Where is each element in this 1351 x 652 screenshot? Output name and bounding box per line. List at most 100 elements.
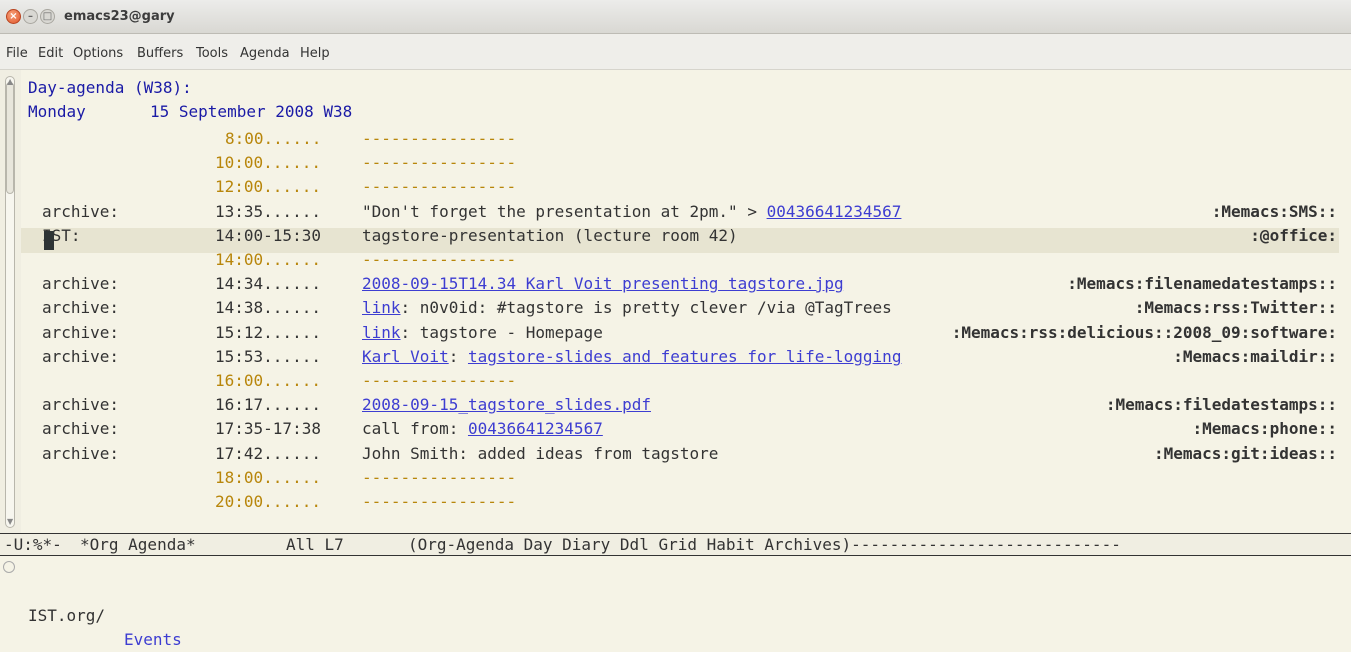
agenda-time: 14:00...... (215, 250, 321, 269)
entry-link[interactable]: tagstore-slides and features for life-lo… (468, 347, 901, 366)
agenda-row[interactable]: archive: 15:53...... Karl Voit: tagstore-s… (28, 347, 1337, 367)
agenda-entry-text: ---------------- (362, 177, 516, 197)
agenda-category: archive: (42, 202, 120, 221)
time-grid-dashes: ---------------- (362, 371, 517, 390)
agenda-row[interactable]: 8:00...... ---------------- (28, 129, 1337, 149)
time-grid-dashes: ---------------- (362, 129, 517, 148)
modeline-modes[interactable]: (Org-Agenda Day Diary Ddl Grid Habit Arc… (408, 534, 1121, 555)
maximize-icon: □ (42, 11, 53, 22)
entry-link[interactable]: 2008-09-15T14.34 Karl Voit presenting ta… (362, 274, 844, 293)
agenda-time: 14:38...... (215, 298, 321, 317)
entry-link[interactable]: link (362, 298, 401, 317)
agenda-row[interactable]: archive: 15:12...... link: tagstore - Home… (28, 323, 1337, 343)
agenda-entry-text: ---------------- (362, 250, 516, 270)
agenda-row[interactable]: 20:00...... ---------------- (28, 492, 1337, 512)
menu-file[interactable]: File (6, 46, 28, 62)
maximize-window-button[interactable]: □ (40, 9, 55, 24)
agenda-row[interactable]: 16:00...... ---------------- (28, 371, 1337, 391)
agenda-tags: :Memacs:rss:Twitter:: (1134, 298, 1337, 317)
agenda-entry-text: ---------------- (362, 153, 516, 173)
agenda-tags: :Memacs:maildir:: (1173, 347, 1337, 366)
entry-text: : n0v0id: #tagstore is pretty clever /vi… (400, 298, 892, 317)
scrollbar-thumb[interactable] (6, 82, 14, 194)
entry-link[interactable]: Karl Voit (362, 347, 449, 366)
scroll-down-icon[interactable]: ▼ (7, 518, 13, 526)
agenda-time: 10:00...... (215, 153, 321, 172)
agenda-time: 14:34...... (215, 274, 321, 293)
agenda-entry-text: ---------------- (362, 468, 516, 488)
agenda-tags: :Memacs:phone:: (1192, 419, 1338, 438)
entry-text: John Smith: added ideas from tagstore (362, 444, 719, 463)
menu-buffers[interactable]: Buffers (137, 46, 183, 62)
menu-agenda[interactable]: Agenda (240, 46, 290, 62)
agenda-row[interactable]: archive: 16:17...... 2008-09-15_tagstore_s… (28, 395, 1337, 415)
entry-link[interactable]: link (362, 323, 401, 342)
agenda-time: 18:00...... (215, 468, 321, 487)
close-icon: × (9, 11, 18, 22)
entry-text: : tagstore - Homepage (400, 323, 603, 342)
agenda-entry-text: "Don't forget the presentation at 2pm." … (362, 202, 901, 222)
agenda-row[interactable]: 18:00...... ---------------- (28, 468, 1337, 488)
agenda-time: 12:00...... (215, 177, 321, 196)
agenda-tags: :Memacs:git:ideas:: (1153, 444, 1337, 463)
agenda-entry-text: ---------------- (362, 371, 516, 391)
menu-options[interactable]: Options (73, 46, 123, 62)
agenda-category: archive: (42, 298, 120, 317)
agenda-tags: :Memacs:SMS:: (1211, 202, 1337, 221)
entry-text: : (448, 347, 468, 366)
agenda-entry-text: 2008-09-15_tagstore_slides.pdf (362, 395, 651, 415)
agenda-entry-text: Karl Voit: tagstore-slides and features … (362, 347, 901, 367)
agenda-time: 17:35-17:38 (215, 419, 321, 438)
agenda-date: 15 September 2008 W38 (150, 102, 353, 121)
agenda-row[interactable]: 12:00...... ---------------- (28, 177, 1337, 197)
agenda-row[interactable]: archive: 17:35-17:38 call from: 0043664123… (28, 419, 1337, 439)
agenda-entry-text: tagstore-presentation (lecture room 42) (362, 226, 738, 246)
agenda-header: Day-agenda (W38): (28, 78, 192, 97)
entry-text: call from: (362, 419, 468, 438)
agenda-entry-text: ---------------- (362, 492, 516, 512)
time-grid-dashes: ---------------- (362, 250, 517, 269)
agenda-row[interactable]: archive: 14:38...... link: n0v0id: #tagsto… (28, 298, 1337, 318)
minimize-icon: – (28, 11, 33, 22)
agenda-entry-text: ---------------- (362, 129, 516, 149)
agenda-category: archive: (42, 323, 120, 342)
time-grid-dashes: ---------------- (362, 153, 517, 172)
agenda-entry-text: link: tagstore - Homepage (362, 323, 603, 343)
agenda-row[interactable]: archive: 14:34...... 2008-09-15T14.34 Karl… (28, 274, 1337, 294)
agenda-time: 15:53...... (215, 347, 321, 366)
agenda-category: archive: (42, 274, 120, 293)
agenda-row[interactable]: archive: 13:35...... "Don't forget the pre… (28, 202, 1337, 222)
agenda-time: 16:17...... (215, 395, 321, 414)
agenda-entry-text: John Smith: added ideas from tagstore (362, 444, 718, 464)
agenda-category: archive: (42, 395, 120, 414)
menu-bar: File Edit Options Buffers Tools Agenda H… (0, 34, 1351, 70)
agenda-row[interactable]: 10:00...... ---------------- (28, 153, 1337, 173)
scroll-up-icon[interactable]: ▲ (7, 78, 13, 86)
agenda-row[interactable]: 14:00...... ---------------- (28, 250, 1337, 270)
agenda-day-name: Monday (28, 102, 86, 121)
menu-edit[interactable]: Edit (38, 46, 63, 62)
text-cursor (44, 231, 54, 250)
close-window-button[interactable]: × (6, 9, 21, 24)
entry-link[interactable]: 2008-09-15_tagstore_slides.pdf (362, 395, 651, 414)
mode-line: -U:%*- *Org Agenda* All L7 (Org-Agenda D… (0, 533, 1351, 556)
agenda-row[interactable]: IST: 14:00-15:30 tagstore-presentation (le… (28, 226, 1337, 246)
agenda-entry-text: call from: 00436641234567 (362, 419, 603, 439)
minimize-window-button[interactable]: – (23, 9, 38, 24)
time-grid-dashes: ---------------- (362, 492, 517, 511)
agenda-tags: :Memacs:filenamedatestamps:: (1067, 274, 1337, 293)
breadcrumb-path: IST.org/ (28, 606, 106, 625)
entry-link[interactable]: 00436641234567 (767, 202, 902, 221)
menu-help[interactable]: Help (300, 46, 330, 62)
minibuffer[interactable]: IST.org/ Events (0, 556, 1351, 649)
agenda-row[interactable]: archive: 17:42...... John Smith: added ide… (28, 444, 1337, 464)
agenda-time: 8:00...... (225, 129, 322, 148)
agenda-entry-text: 2008-09-15T14.34 Karl Voit presenting ta… (362, 274, 844, 294)
agenda-tags: :Memacs:rss:delicious::2008_09:software: (951, 323, 1337, 342)
entry-link[interactable]: 00436641234567 (468, 419, 603, 438)
menu-tools[interactable]: Tools (196, 46, 228, 62)
modeline-buffer-name[interactable]: *Org Agenda* (80, 534, 196, 555)
modeline-status: -U:%*- (4, 535, 62, 554)
agenda-entry-text: link: n0v0id: #tagstore is pretty clever… (362, 298, 892, 318)
modeline-position: All L7 (286, 535, 344, 554)
